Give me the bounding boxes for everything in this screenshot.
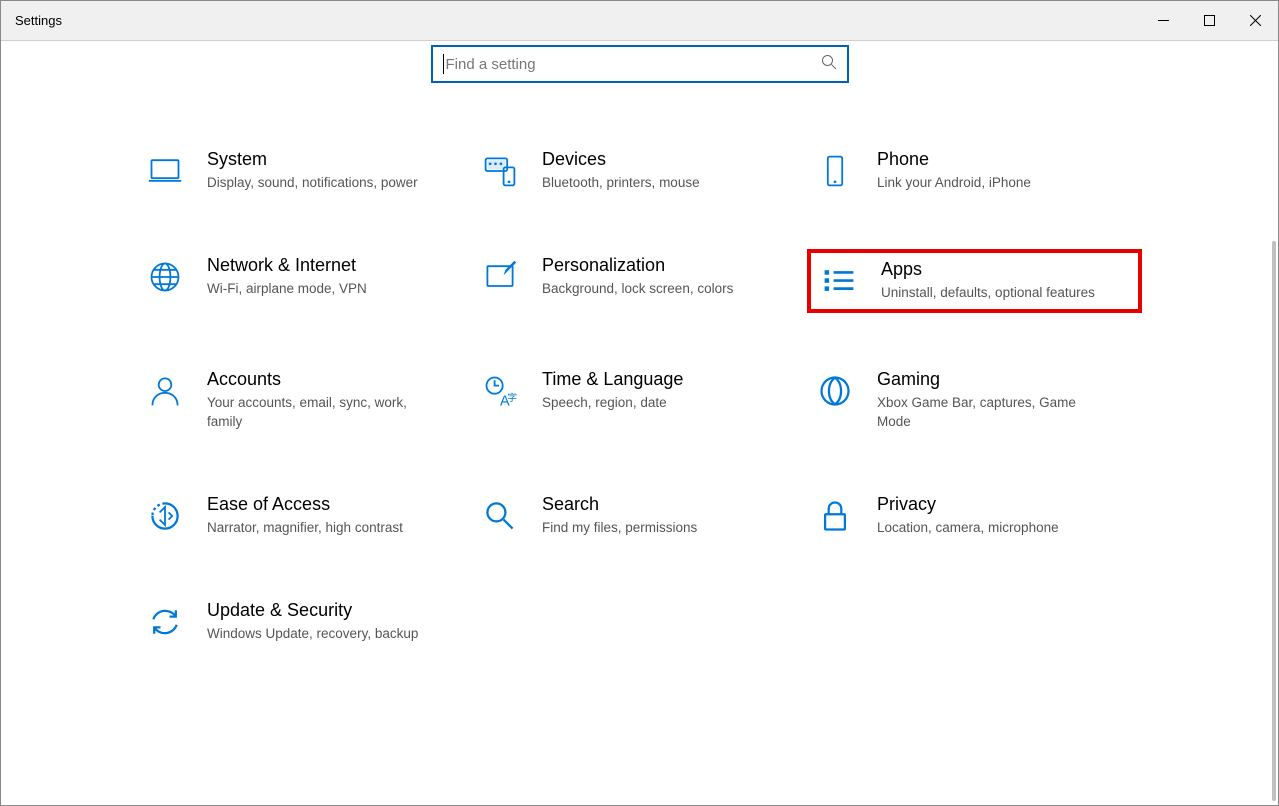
category-text: Personalization Background, lock screen, … [542,255,733,299]
category-text: Accounts Your accounts, email, sync, work… [207,369,427,432]
category-apps[interactable]: Apps Uninstall, defaults, optional featur… [807,249,1142,313]
category-desc: Bluetooth, printers, mouse [542,174,700,193]
category-title: Search [542,494,697,515]
close-button[interactable] [1232,1,1278,40]
category-title: Time & Language [542,369,683,390]
category-title: System [207,149,418,170]
category-text: Time & Language Speech, region, date [542,369,683,413]
text-caret [443,54,444,74]
category-desc: Speech, region, date [542,394,683,413]
category-desc: Location, camera, microphone [877,519,1059,538]
window-controls [1140,1,1278,40]
categories-grid: System Display, sound, notifications, pow… [1,143,1278,650]
category-desc: Your accounts, email, sync, work, family [207,394,427,432]
category-title: Gaming [877,369,1097,390]
search-input[interactable]: Find a setting [431,45,849,83]
search-icon [478,494,522,538]
category-title: Update & Security [207,600,418,621]
category-text: System Display, sound, notifications, pow… [207,149,418,193]
category-personalization[interactable]: Personalization Background, lock screen, … [472,249,807,313]
category-update[interactable]: Update & Security Windows Update, recover… [137,594,472,650]
category-title: Devices [542,149,700,170]
ease-icon [143,494,187,538]
category-text: Apps Uninstall, defaults, optional featur… [881,259,1095,303]
category-text: Devices Bluetooth, printers, mouse [542,149,700,193]
search-placeholder: Find a setting [446,56,821,73]
category-title: Personalization [542,255,733,276]
category-desc: Find my files, permissions [542,519,697,538]
content-area: Find a setting System Display, sound, not… [1,41,1278,805]
network-icon [143,255,187,299]
category-desc: Xbox Game Bar, captures, Game Mode [877,394,1097,432]
time-icon: A字 [478,369,522,413]
category-accounts[interactable]: Accounts Your accounts, email, sync, work… [137,363,472,438]
category-desc: Link your Android, iPhone [877,174,1031,193]
category-title: Phone [877,149,1031,170]
apps-icon [817,259,861,303]
category-title: Privacy [877,494,1059,515]
category-phone[interactable]: Phone Link your Android, iPhone [807,143,1142,199]
category-desc: Narrator, magnifier, high contrast [207,519,403,538]
update-icon [143,600,187,644]
window-title: Settings [15,13,62,28]
close-icon [1250,15,1261,26]
category-title: Accounts [207,369,427,390]
phone-icon [813,149,857,193]
search-icon [821,54,837,75]
minimize-icon [1158,15,1169,26]
category-text: Gaming Xbox Game Bar, captures, Game Mode [877,369,1097,432]
maximize-icon [1204,15,1215,26]
category-desc: Uninstall, defaults, optional features [881,284,1095,303]
titlebar: Settings [1,1,1278,41]
category-desc: Background, lock screen, colors [542,280,733,299]
personalization-icon [478,255,522,299]
category-text: Phone Link your Android, iPhone [877,149,1031,193]
category-network[interactable]: Network & Internet Wi-Fi, airplane mode, … [137,249,472,313]
category-text: Ease of Access Narrator, magnifier, high … [207,494,403,538]
category-title: Network & Internet [207,255,367,276]
category-time[interactable]: A字 Time & Language Speech, region, date [472,363,807,438]
category-text: Search Find my files, permissions [542,494,697,538]
svg-text:字: 字 [507,391,517,404]
category-search[interactable]: Search Find my files, permissions [472,488,807,544]
category-desc: Wi-Fi, airplane mode, VPN [207,280,367,299]
category-privacy[interactable]: Privacy Location, camera, microphone [807,488,1142,544]
category-ease[interactable]: Ease of Access Narrator, magnifier, high … [137,488,472,544]
category-text: Privacy Location, camera, microphone [877,494,1059,538]
minimize-button[interactable] [1140,1,1186,40]
category-desc: Display, sound, notifications, power [207,174,418,193]
category-text: Update & Security Windows Update, recover… [207,600,418,644]
category-title: Apps [881,259,1095,280]
accounts-icon [143,369,187,413]
scrollbar[interactable] [1272,241,1276,801]
category-text: Network & Internet Wi-Fi, airplane mode, … [207,255,367,299]
system-icon [143,149,187,193]
devices-icon [478,149,522,193]
gaming-icon [813,369,857,413]
category-devices[interactable]: Devices Bluetooth, printers, mouse [472,143,807,199]
category-title: Ease of Access [207,494,403,515]
maximize-button[interactable] [1186,1,1232,40]
category-gaming[interactable]: Gaming Xbox Game Bar, captures, Game Mode [807,363,1142,438]
privacy-icon [813,494,857,538]
category-system[interactable]: System Display, sound, notifications, pow… [137,143,472,199]
category-desc: Windows Update, recovery, backup [207,625,418,644]
